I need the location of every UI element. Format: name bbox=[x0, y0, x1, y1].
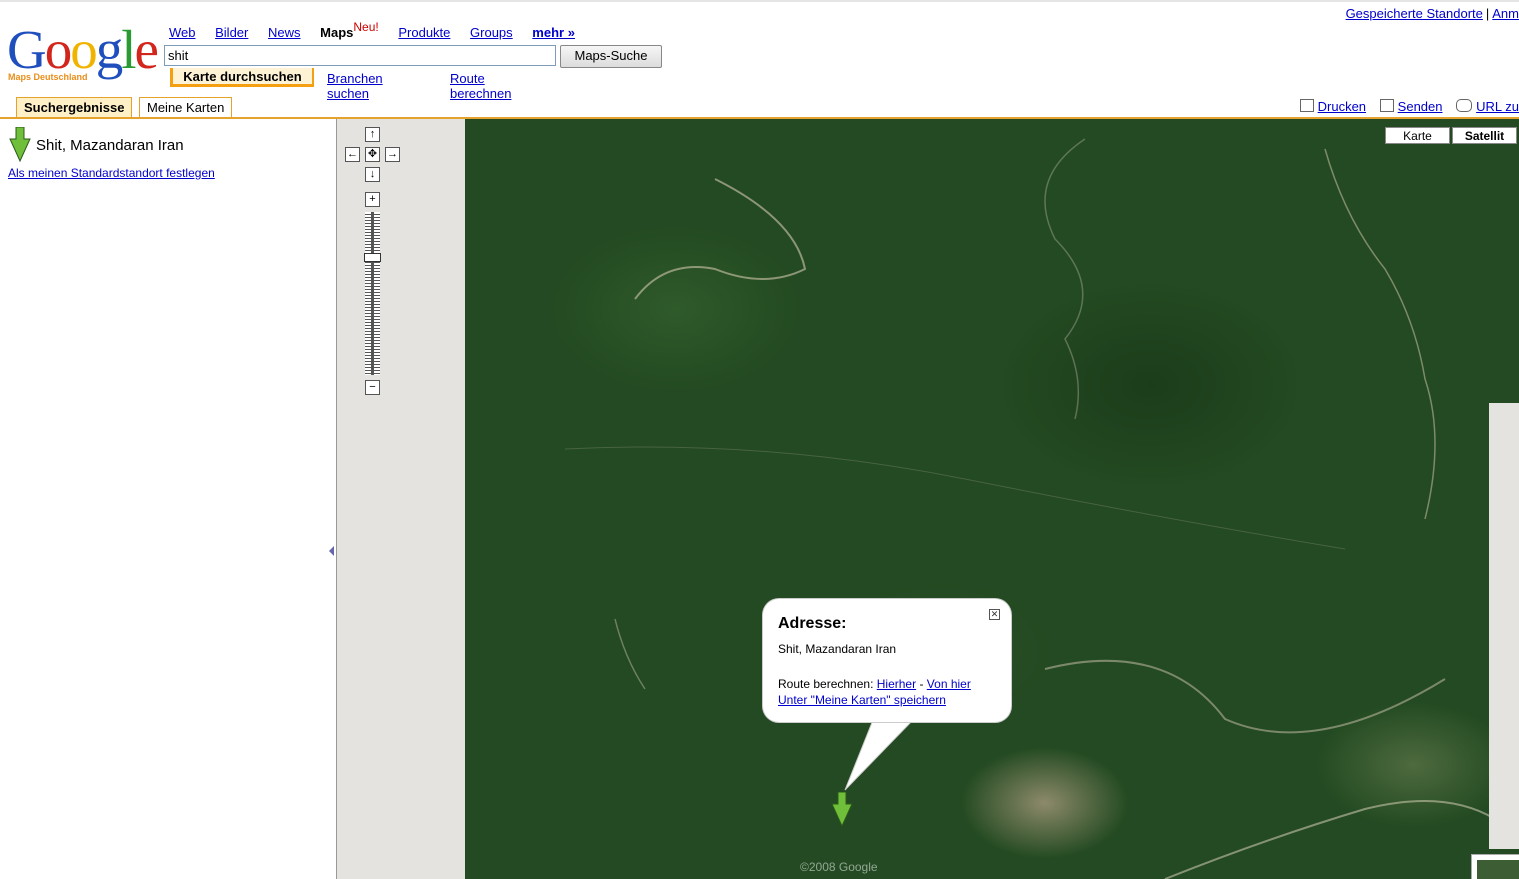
google-maps-logo[interactable]: Google Maps Deutschland bbox=[7, 19, 159, 84]
top-links: Gespeicherte Standorte | Anm bbox=[1346, 6, 1519, 21]
satellite-map[interactable]: Karte Satellit bbox=[465, 119, 1519, 879]
set-default-location-link[interactable]: Als meinen Standardstandort festlegen bbox=[8, 166, 215, 180]
signin-link[interactable]: Anm bbox=[1492, 6, 1519, 21]
tab-search-results[interactable]: Suchergebnisse bbox=[16, 97, 133, 118]
print-link[interactable]: Drucken bbox=[1318, 99, 1366, 114]
new-badge: Neu! bbox=[353, 20, 379, 34]
zoom-slider-handle[interactable] bbox=[364, 253, 381, 262]
tab-business-search[interactable]: Branchen suchen bbox=[327, 71, 383, 101]
result-title[interactable]: Shit, Mazandaran Iran bbox=[36, 137, 184, 154]
route-label: Route berechnen: bbox=[778, 677, 874, 691]
maps-search-button[interactable]: Maps-Suche bbox=[560, 45, 662, 68]
logo-word: Google bbox=[7, 19, 159, 80]
printer-icon bbox=[1299, 99, 1314, 112]
link-icon bbox=[1456, 99, 1473, 112]
tab-my-maps[interactable]: Meine Karten bbox=[139, 97, 233, 118]
nav-maps-active: Maps bbox=[320, 25, 354, 40]
map-terrain bbox=[564, 138, 1496, 879]
map-type-karte-button[interactable]: Karte bbox=[1385, 127, 1450, 144]
result-marker-icon[interactable] bbox=[8, 127, 32, 163]
send-link[interactable]: Senden bbox=[1398, 99, 1443, 114]
nav-news[interactable]: News bbox=[268, 25, 301, 40]
search-input[interactable] bbox=[164, 45, 556, 66]
route-to-here-link[interactable]: Hierher bbox=[877, 677, 916, 691]
route-dash: - bbox=[919, 677, 924, 691]
close-icon[interactable]: ✕ bbox=[989, 609, 1000, 620]
overview-map-thumbnail bbox=[1477, 860, 1519, 879]
map-actions: Drucken Senden URL zu bbox=[1290, 99, 1519, 114]
map-type-satellite-button[interactable]: Satellit bbox=[1452, 127, 1517, 144]
infowindow-address: Shit, Mazandaran Iran bbox=[778, 642, 897, 656]
top-nav: Web Bilder News MapsNeu! Produkte Groups… bbox=[169, 20, 591, 40]
pan-center-icon[interactable]: ✥ bbox=[365, 147, 380, 162]
infowindow-title: Adresse: bbox=[778, 615, 847, 632]
infowindow-tail bbox=[844, 720, 914, 791]
logo-subtitle: Maps Deutschland bbox=[8, 72, 88, 82]
nav-products[interactable]: Produkte bbox=[398, 25, 450, 40]
nav-groups[interactable]: Groups bbox=[470, 25, 513, 40]
top-border bbox=[0, 0, 1519, 2]
pan-down-icon[interactable]: ↓ bbox=[365, 167, 380, 182]
tab-route[interactable]: Route berechnen bbox=[450, 71, 511, 101]
nav-more[interactable]: mehr » bbox=[532, 25, 575, 40]
nav-images[interactable]: Bilder bbox=[215, 25, 248, 40]
zoom-out-icon[interactable]: − bbox=[365, 380, 380, 395]
map-marker-icon[interactable] bbox=[830, 792, 854, 828]
map-copyright: ©2008 Google bbox=[800, 860, 878, 874]
tab-browse-map[interactable]: Karte durchsuchen bbox=[170, 68, 314, 87]
nav-web[interactable]: Web bbox=[169, 25, 196, 40]
envelope-icon bbox=[1379, 99, 1394, 112]
map-gray-area bbox=[337, 119, 465, 879]
map-gray-edge bbox=[1489, 403, 1519, 849]
collapse-panel-icon[interactable] bbox=[329, 546, 334, 556]
infowindow-route-row: Route berechnen: Hierher - Von hier bbox=[778, 677, 971, 691]
zoom-in-icon[interactable]: + bbox=[365, 192, 380, 207]
saved-places-link[interactable]: Gespeicherte Standorte bbox=[1346, 6, 1483, 21]
pan-right-icon[interactable]: → bbox=[385, 147, 400, 162]
route-from-here-link[interactable]: Von hier bbox=[927, 677, 971, 691]
info-window: Adresse: ✕ Shit, Mazandaran Iran Route b… bbox=[763, 599, 1011, 722]
url-link[interactable]: URL zu bbox=[1476, 99, 1519, 114]
save-to-my-maps-link[interactable]: Unter "Meine Karten" speichern bbox=[778, 693, 946, 707]
zoom-slider[interactable] bbox=[365, 212, 380, 375]
separator: | bbox=[1485, 6, 1490, 21]
pan-up-icon[interactable]: ↑ bbox=[365, 127, 380, 142]
pan-left-icon[interactable]: ← bbox=[345, 147, 360, 162]
